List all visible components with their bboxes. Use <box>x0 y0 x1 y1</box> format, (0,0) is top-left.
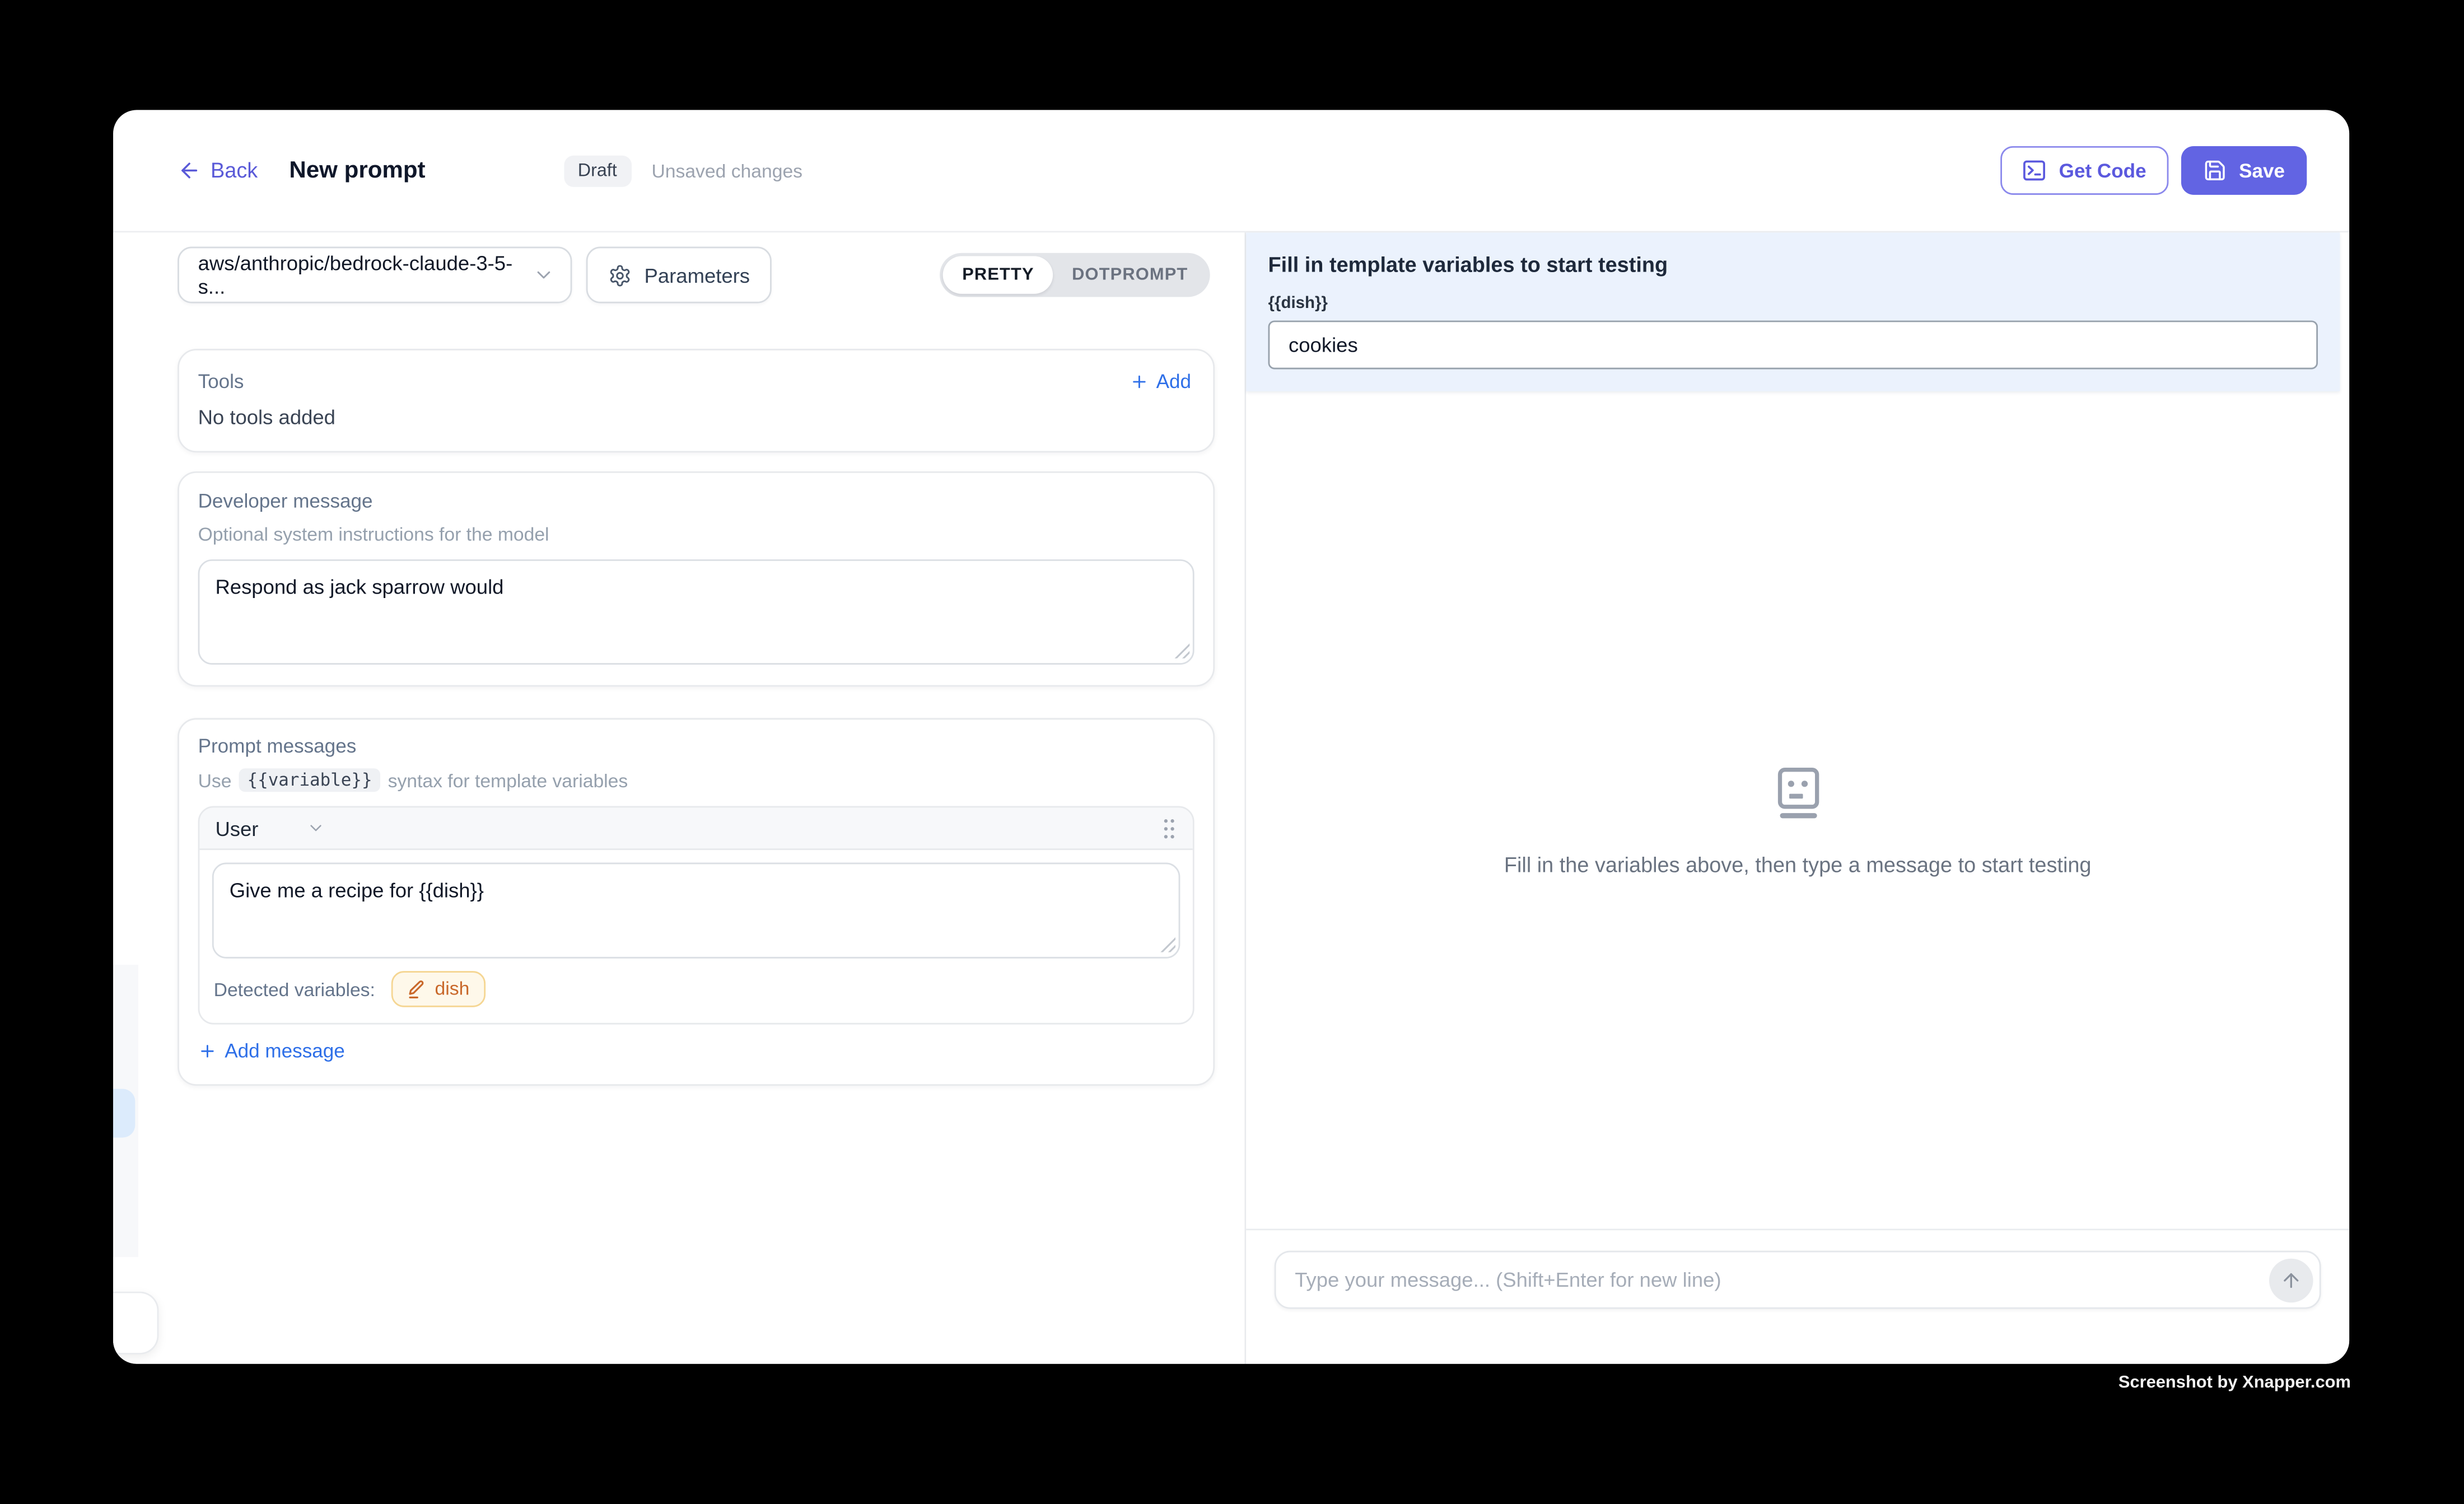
tools-empty-text: No tools added <box>198 405 1191 429</box>
send-button[interactable] <box>2269 1258 2313 1302</box>
sidebar-active-item[interactable] <box>113 1089 135 1138</box>
message-block: User Give me a recipe for {{dish}} <box>198 806 1194 1025</box>
save-icon <box>2203 158 2227 182</box>
robot-face-icon <box>1774 766 1822 818</box>
add-tool-button[interactable]: Add <box>1130 371 1191 393</box>
model-selector[interactable]: aws/anthropic/bedrock-claude-3-5-s... <box>178 247 572 303</box>
drag-handle-icon[interactable] <box>1161 816 1177 840</box>
terminal-icon <box>2023 158 2046 182</box>
developer-message-card: Developer message Optional system instru… <box>178 471 1215 686</box>
model-selector-value: aws/anthropic/bedrock-claude-3-5-s... <box>198 251 533 298</box>
variable-value-input[interactable] <box>1268 320 2318 369</box>
message-header: User <box>199 807 1192 850</box>
unsaved-changes-text: Unsaved changes <box>651 160 802 181</box>
empty-state-text: Fill in the variables above, then type a… <box>1504 852 2092 876</box>
developer-message-subtitle: Optional system instructions for the mod… <box>198 523 1194 545</box>
back-button[interactable]: Back <box>178 158 258 182</box>
parameters-label: Parameters <box>645 263 750 287</box>
arrow-up-icon <box>2280 1269 2302 1291</box>
stage: Back New prompt Draft Unsaved changes Ge… <box>0 0 2464 1503</box>
variable-chip-dish[interactable]: dish <box>391 971 485 1007</box>
tools-card: Tools Add No tools added <box>178 349 1215 452</box>
message-body: Give me a recipe for {{dish}} Detected v… <box>199 850 1192 1023</box>
prompt-messages-card: Prompt messages Use {{variable}} syntax … <box>178 718 1215 1086</box>
watermark-text: Screenshot by Xnapper.com <box>1823 1374 2351 1393</box>
content: aws/anthropic/bedrock-claude-3-5-s... Pa… <box>113 232 2349 1363</box>
role-selector[interactable]: User <box>215 816 258 840</box>
tools-title: Tools <box>198 371 244 393</box>
developer-message-input[interactable]: Respond as jack sparrow would <box>198 559 1194 665</box>
app-window: Back New prompt Draft Unsaved changes Ge… <box>113 110 2349 1363</box>
developer-message-title: Developer message <box>198 491 1194 512</box>
sidebar-popover-edge <box>113 1292 158 1354</box>
editor-panel: aws/anthropic/bedrock-claude-3-5-s... Pa… <box>113 232 1244 1363</box>
save-button[interactable]: Save <box>2181 146 2307 195</box>
chat-message-input[interactable] <box>1275 1251 2321 1309</box>
syntax-hint-prefix: Use <box>198 769 232 791</box>
plus-icon <box>1130 372 1149 391</box>
plus-icon <box>198 1041 217 1061</box>
test-panel: Fill in template variables to start test… <box>1246 232 2349 1363</box>
parameters-button[interactable]: Parameters <box>586 247 772 303</box>
header: Back New prompt Draft Unsaved changes Ge… <box>113 110 2349 232</box>
page-title: New prompt <box>289 157 425 184</box>
detected-variables-row: Detected variables: dish <box>212 971 1180 1007</box>
add-message-label: Add message <box>225 1040 344 1062</box>
variable-name-label: {{dish}} <box>1268 294 2318 313</box>
pencil-icon <box>407 978 426 998</box>
model-bar: aws/anthropic/bedrock-claude-3-5-s... Pa… <box>178 247 1210 303</box>
chevron-down-icon <box>533 264 554 286</box>
gear-icon <box>608 263 632 287</box>
add-tool-label: Add <box>1156 371 1191 393</box>
view-toggle: PRETTY DOTPROMPT <box>940 253 1210 297</box>
chevron-down-icon[interactable] <box>307 819 326 838</box>
save-label: Save <box>2239 160 2285 181</box>
back-arrow-icon <box>178 158 201 182</box>
back-label: Back <box>211 158 258 182</box>
prompt-messages-title: Prompt messages <box>198 735 1194 757</box>
toggle-dotprompt[interactable]: DOTPROMPT <box>1053 256 1207 293</box>
syntax-hint-suffix: syntax for template variables <box>388 769 628 791</box>
syntax-hint-code: {{variable}} <box>239 768 380 792</box>
add-message-button[interactable]: Add message <box>198 1040 345 1062</box>
composer-bar <box>1246 1229 2349 1363</box>
chat-empty-state: Fill in the variables above, then type a… <box>1246 391 2349 1229</box>
syntax-hint: Use {{variable}} syntax for template var… <box>198 768 1194 792</box>
message-input[interactable]: Give me a recipe for {{dish}} <box>212 863 1180 959</box>
get-code-label: Get Code <box>2059 160 2146 181</box>
variable-chip-label: dish <box>435 977 470 999</box>
get-code-button[interactable]: Get Code <box>2001 146 2168 195</box>
detected-variables-label: Detected variables: <box>214 978 375 1000</box>
status-badge: Draft <box>564 155 631 186</box>
variables-block: Fill in template variables to start test… <box>1246 232 2340 391</box>
toggle-pretty[interactable]: PRETTY <box>944 256 1053 293</box>
variables-title: Fill in template variables to start test… <box>1268 253 2318 277</box>
